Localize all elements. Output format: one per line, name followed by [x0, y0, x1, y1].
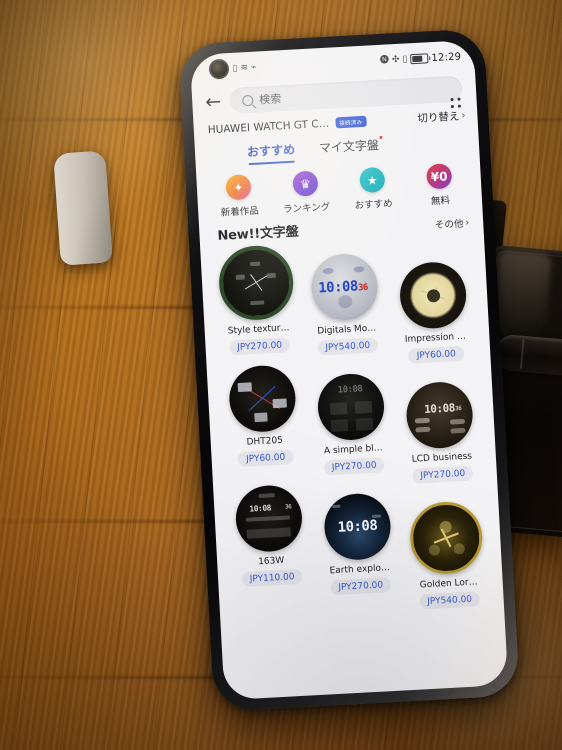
watchface-card[interactable]: 10:08 Earth explo… JPY270.00 — [312, 491, 406, 615]
watchface-name: LCD business — [411, 451, 473, 465]
chevron-right-icon: › — [461, 110, 466, 122]
category-free-label: 無料 — [430, 195, 451, 208]
watchface-card[interactable]: 10:08 36 LCD business JPY270.00 — [394, 380, 487, 485]
status-clock: 12:29 — [431, 50, 462, 64]
smartphone: ▯ ≋ ⌁ 🅝 ✣ ▯ 12:29 ← 検索 HUAWEI WATCH GT C… — [178, 28, 520, 712]
watchface-row: Style textur… JPY270.00 10:08 36 Digital… — [210, 234, 480, 374]
phone-screen[interactable]: ▯ ≋ ⌁ 🅝 ✣ ▯ 12:29 ← 検索 HUAWEI WATCH GT C… — [189, 39, 509, 701]
category-ranking[interactable]: ♛ ランキング — [275, 169, 337, 215]
category-recommended-label: おすすめ — [354, 198, 393, 212]
more-link[interactable]: その他 › — [435, 215, 470, 231]
wifi-icon: ≋ — [240, 62, 249, 73]
watchface-grid: Style textur… JPY270.00 10:08 36 Digital… — [200, 230, 504, 621]
sim-icon: ▯ — [232, 63, 238, 74]
watchface-name: Digitals Mo… — [317, 323, 377, 337]
grid-dots-icon[interactable] — [450, 97, 462, 110]
watchface-preview-earth-explo[interactable]: 10:08 — [322, 492, 393, 562]
watchface-name: A simple bl… — [323, 443, 383, 457]
watchface-price[interactable]: JPY540.00 — [316, 337, 379, 356]
watchface-price[interactable]: JPY110.00 — [241, 568, 303, 588]
watchface-name: Style textur… — [227, 323, 290, 337]
watchface-seconds: 36 — [357, 282, 369, 293]
watchface-time: 10:08 — [249, 503, 272, 514]
watchface-preview-163w[interactable]: 10:08 36 — [234, 483, 304, 554]
watchface-card[interactable]: 10:08 A simple bl… JPY270.00 — [305, 372, 399, 490]
category-new-works[interactable]: ✦ 新着作品 — [208, 173, 270, 219]
new-badge-dot — [379, 135, 383, 140]
watchface-preview-lcd-business[interactable]: 10:08 36 — [404, 380, 475, 450]
star-icon: ★ — [359, 166, 386, 194]
watchface-name: DHT205 — [246, 435, 284, 448]
watchface-row: 10:08 36 163W JPY110.00 10:08 Earth expl… — [223, 474, 494, 620]
nfc-icon: 🅝 — [379, 54, 390, 66]
tab-my-watchfaces[interactable]: マイ文字盤 — [318, 135, 383, 161]
status-left-icons: ▯ ≋ ⌁ — [232, 62, 257, 74]
watchface-preview-a-simple-bl[interactable]: 10:08 — [316, 372, 386, 442]
watchface-seconds: 36 — [454, 404, 462, 413]
vibrate-icon: ▯ — [402, 53, 408, 65]
watchface-time: 10:08 — [337, 384, 363, 396]
tab-recommended[interactable]: おすすめ — [247, 141, 296, 166]
watchface-card[interactable]: Golden Lor… JPY540.00 — [400, 500, 494, 611]
watchface-preview-style-texture[interactable] — [217, 243, 296, 322]
back-arrow-icon[interactable]: ← — [205, 90, 222, 113]
yen-zero-icon: ¥0 — [426, 163, 453, 190]
connection-status-badge: 接続済み — [334, 115, 367, 129]
status-right-icons: 🅝 ✣ ▯ 12:29 — [380, 51, 462, 66]
category-ranking-label: ランキング — [282, 201, 331, 216]
watchface-time: 10:08 — [337, 517, 378, 536]
watchface-price[interactable]: JPY270.00 — [228, 337, 291, 356]
chevron-right-icon: › — [465, 216, 470, 228]
watchface-card[interactable]: 10:08 36 Digitals Mo… JPY540.00 — [299, 252, 393, 370]
crown-icon: ♛ — [292, 170, 319, 197]
category-new-works-label: 新着作品 — [220, 205, 260, 219]
watchface-time: 10:08 — [423, 401, 456, 416]
switch-device-link[interactable]: 切り替え › — [417, 108, 466, 126]
watchface-row: DHT205 JPY60.00 10:08 A simple bl… JPY27… — [217, 354, 487, 494]
watchface-card[interactable]: Impression … JPY60.00 — [387, 260, 480, 365]
watchface-card[interactable]: DHT205 JPY60.00 — [217, 363, 312, 494]
category-free[interactable]: ¥0 無料 — [409, 162, 471, 208]
watchface-preview-dht205[interactable] — [227, 363, 298, 434]
tab-my-watchfaces-label: マイ文字盤 — [318, 138, 380, 156]
watchface-price[interactable]: JPY270.00 — [323, 457, 386, 476]
front-camera-punch-hole — [210, 60, 228, 79]
photo-scene: ▯ ≋ ⌁ 🅝 ✣ ▯ 12:29 ← 検索 HUAWEI WATCH GT C… — [0, 0, 562, 750]
signal-icon: ⌁ — [250, 62, 257, 73]
switch-device-label: 切り替え — [417, 110, 460, 125]
search-placeholder: 検索 — [258, 92, 282, 107]
watchface-time: 10:08 — [317, 278, 359, 297]
watchface-card[interactable]: Style textur… JPY270.00 — [210, 243, 305, 375]
watchface-price[interactable]: JPY60.00 — [237, 449, 294, 468]
bluetooth-icon: ✣ — [391, 54, 400, 65]
watchface-name: Golden Lor… — [419, 577, 478, 591]
watchface-name: 163W — [257, 555, 285, 568]
tab-recommended-label: おすすめ — [246, 142, 296, 160]
watchface-name: Impression … — [404, 331, 467, 345]
category-recommended[interactable]: ★ おすすめ — [342, 166, 404, 212]
watchface-price[interactable]: JPY270.00 — [329, 577, 392, 596]
white-bottle — [53, 150, 113, 266]
watchface-price[interactable]: JPY60.00 — [408, 345, 465, 364]
watchface-seconds: 36 — [284, 503, 292, 511]
watchface-preview-golden-lor[interactable] — [408, 500, 485, 576]
battery-icon — [410, 53, 429, 65]
search-icon — [241, 94, 254, 106]
sparkle-icon: ✦ — [225, 174, 252, 201]
watchface-price[interactable]: JPY540.00 — [418, 591, 481, 610]
more-link-label: その他 — [434, 218, 464, 232]
watchface-card[interactable]: 10:08 36 163W JPY110.00 — [223, 483, 318, 620]
watchface-preview-digitals-mo[interactable]: 10:08 36 — [309, 252, 380, 322]
watchface-preview-impression[interactable] — [398, 260, 468, 331]
watchface-name: Earth explo… — [329, 563, 391, 577]
